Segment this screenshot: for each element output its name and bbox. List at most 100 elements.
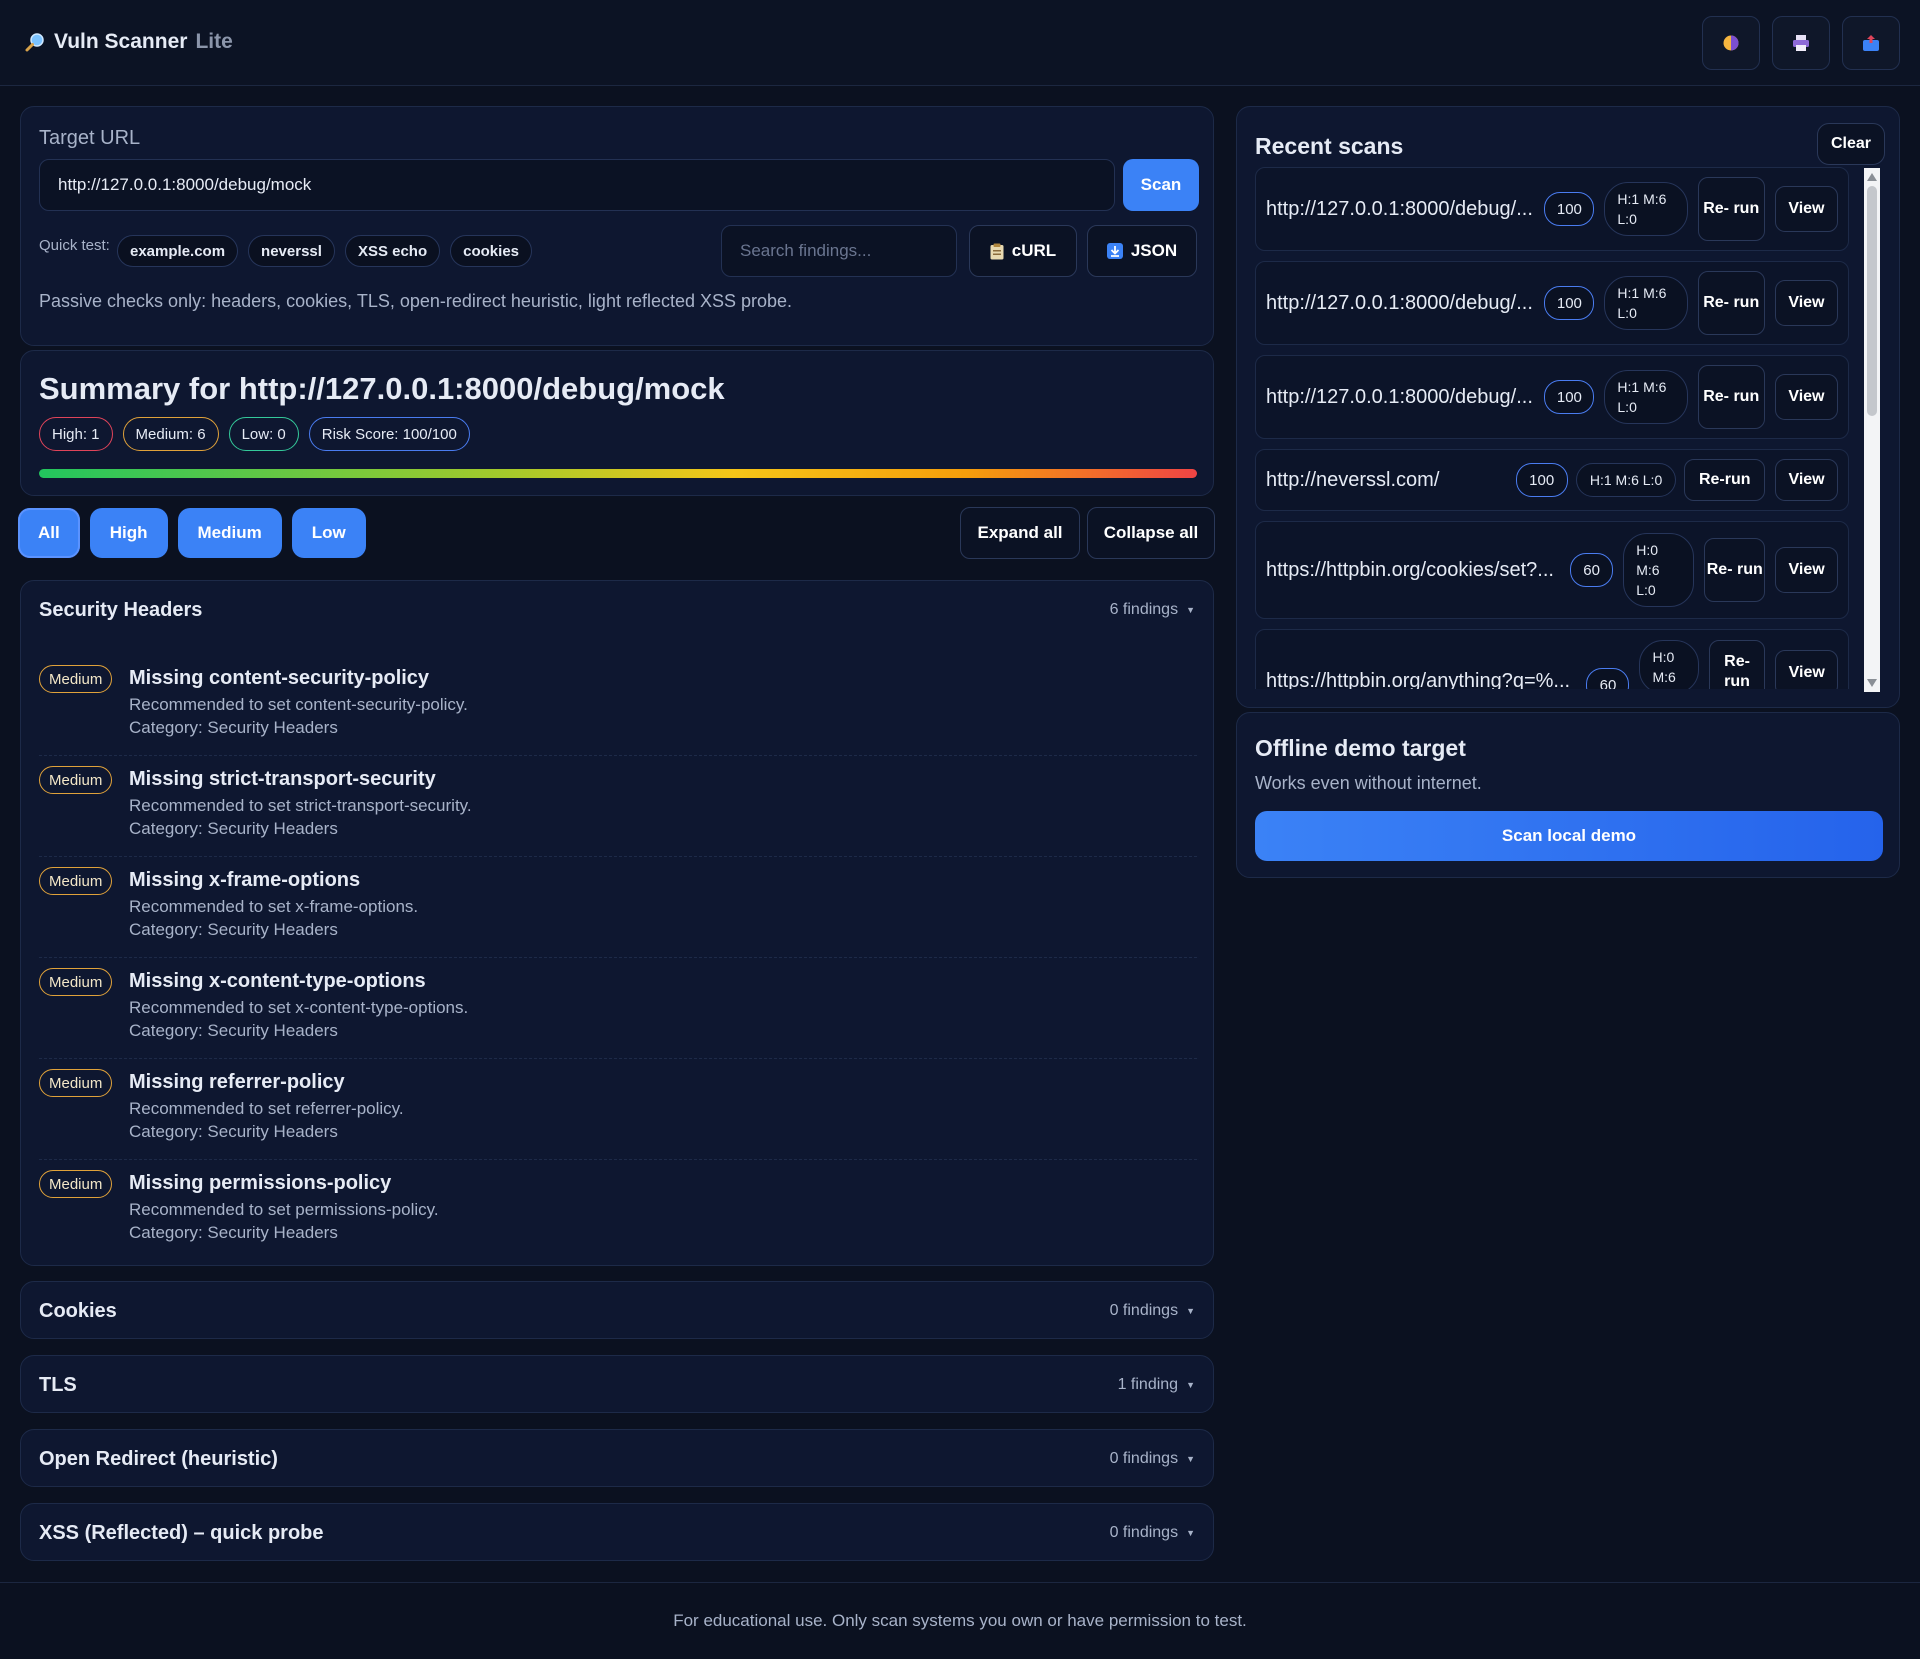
expand-all-button[interactable]: Expand all	[960, 507, 1080, 559]
view-button[interactable]: View	[1774, 374, 1838, 420]
rerun-button[interactable]: Re-run	[1684, 459, 1766, 501]
target-url-label: Target URL	[39, 127, 141, 149]
severity-badge: Medium	[39, 665, 113, 693]
download-icon	[1106, 243, 1123, 259]
findings-count: 0 findings	[1109, 1302, 1179, 1319]
scan-score: 100	[1544, 192, 1595, 226]
scan-url: http://127.0.0.1:8000/debug/...	[1266, 385, 1533, 408]
footer-disclaimer: For educational use. Only scan systems y…	[673, 1611, 1247, 1630]
quick-test-neverssl[interactable]: neverssl	[248, 235, 335, 267]
view-button[interactable]: View	[1774, 186, 1838, 232]
scan-score: 60	[1570, 553, 1614, 587]
quick-test-xss-echo[interactable]: XSS echo	[344, 235, 441, 267]
quick-test-cookies[interactable]: cookies	[450, 235, 533, 267]
scan-local-demo-button[interactable]: Scan local demo	[1255, 811, 1883, 861]
section-cookies: Cookies 0 findings ▼	[20, 1281, 1214, 1339]
section-title: XSS (Reflected) – quick probe	[39, 1521, 324, 1544]
scan-counts: H:1 M:6 L:0	[1604, 370, 1688, 424]
recent-scans-card: Recent scans Clear http://127.0.0.1:8000…	[1236, 106, 1900, 708]
collapse-all-button[interactable]: Collapse all	[1087, 507, 1215, 559]
filter-medium-button[interactable]: Medium	[177, 508, 282, 558]
filter-low-button[interactable]: Low	[291, 508, 366, 558]
scan-score: 60	[1586, 668, 1630, 689]
section-header[interactable]: Open Redirect (heuristic) 0 findings ▼	[21, 1430, 1213, 1488]
finding-description: Recommended to set strict-transport-secu…	[129, 796, 472, 815]
summary-title: Summary for http://127.0.0.1:8000/debug/…	[39, 371, 725, 406]
export-button[interactable]	[1842, 16, 1900, 70]
section-header[interactable]: TLS 1 finding ▼	[21, 1356, 1213, 1414]
scan-counts: H:0 M:6 L:0	[1623, 533, 1695, 607]
app-brand: Vuln Scanner Lite	[24, 30, 233, 54]
rerun-button[interactable]: Re- run	[1697, 271, 1765, 335]
scan-counts: H:1 M:6 L:0	[1575, 463, 1677, 497]
caret-down-icon: ▼	[1186, 1528, 1195, 1538]
finding-description: Recommended to set content-security-poli…	[129, 695, 468, 714]
quick-test-example[interactable]: example.com	[117, 235, 239, 267]
view-button[interactable]: View	[1775, 547, 1838, 593]
filter-high-button[interactable]: High	[89, 508, 168, 558]
offline-demo-subtitle: Works even without internet.	[1255, 773, 1482, 793]
clipboard-icon	[990, 243, 1004, 259]
rerun-button[interactable]: Re- run	[1708, 640, 1766, 689]
scroll-up-arrow-icon[interactable]	[1867, 173, 1877, 181]
section-header[interactable]: XSS (Reflected) – quick probe 0 findings…	[21, 1504, 1213, 1562]
section-header[interactable]: Security Headers 6 findings ▼	[21, 581, 1213, 639]
finding-title: Missing permissions-policy	[129, 1172, 392, 1194]
magnifier-icon	[25, 33, 44, 52]
risk-score-badge: Risk Score: 100/100	[308, 417, 470, 451]
recent-scans-scrollbar[interactable]	[1864, 168, 1880, 692]
top-bar: Vuln Scanner Lite	[0, 0, 1920, 86]
target-url-input[interactable]	[39, 159, 1115, 211]
finding-description: Recommended to set x-content-type-option…	[129, 998, 469, 1017]
severity-badge: Medium	[39, 1170, 113, 1198]
scrollbar-thumb[interactable]	[1867, 186, 1877, 416]
findings-count: 1 finding	[1117, 1376, 1179, 1393]
severity-badge: Medium	[39, 1069, 113, 1097]
section-title: Security Headers	[39, 598, 203, 621]
summary-card: Summary for http://127.0.0.1:8000/debug/…	[20, 350, 1214, 496]
app-name: Vuln Scanner	[54, 30, 188, 53]
finding-category: Category: Security Headers	[129, 1021, 338, 1040]
print-button[interactable]	[1772, 16, 1830, 70]
rerun-button[interactable]: Re- run	[1704, 538, 1766, 602]
passive-checks-note: Passive checks only: headers, cookies, T…	[39, 291, 793, 311]
finding-title: Missing content-security-policy	[129, 667, 430, 689]
finding-item: Medium Missing strict-transport-security…	[39, 756, 1197, 857]
section-title: Cookies	[39, 1299, 117, 1322]
scroll-down-arrow-icon[interactable]	[1867, 679, 1877, 687]
json-label: JSON	[1130, 241, 1178, 260]
search-findings-input[interactable]	[721, 225, 957, 277]
severity-badge: Medium	[39, 867, 113, 895]
section-open-redirect: Open Redirect (heuristic) 0 findings ▼	[20, 1429, 1214, 1487]
recent-scan-item: http://127.0.0.1:8000/debug/... 100 H:1 …	[1255, 167, 1849, 251]
scan-button[interactable]: Scan	[1123, 159, 1199, 211]
section-count: 1 finding ▼	[1118, 1376, 1195, 1394]
rerun-button[interactable]: Re- run	[1697, 365, 1765, 429]
section-count: 0 findings ▼	[1110, 1450, 1195, 1468]
recent-scans-list[interactable]: http://127.0.0.1:8000/debug/... 100 H:1 …	[1255, 167, 1863, 689]
medium-count-badge: Medium: 6	[122, 417, 219, 451]
view-button[interactable]: View	[1774, 280, 1838, 326]
low-count-badge: Low: 0	[228, 417, 299, 451]
download-json-button[interactable]: JSON	[1087, 225, 1197, 277]
view-button[interactable]: View	[1775, 650, 1838, 689]
copy-curl-button[interactable]: cURL	[969, 225, 1077, 277]
scan-url: https://httpbin.org/cookies/set?...	[1266, 558, 1554, 581]
section-count: 0 findings ▼	[1110, 1524, 1195, 1542]
finding-category: Category: Security Headers	[129, 718, 338, 737]
clear-history-button[interactable]: Clear	[1817, 123, 1885, 165]
finding-category: Category: Security Headers	[129, 1223, 338, 1242]
high-count-badge: High: 1	[39, 417, 113, 451]
scan-url: http://neverssl.com/	[1266, 468, 1440, 491]
finding-description: Recommended to set permissions-policy.	[129, 1200, 439, 1219]
rerun-button[interactable]: Re- run	[1697, 177, 1765, 241]
view-button[interactable]: View	[1775, 459, 1838, 501]
filter-all-button[interactable]: All	[18, 508, 80, 558]
recent-scan-item: https://httpbin.org/cookies/set?... 60 H…	[1255, 521, 1849, 619]
scan-counts: H:1 M:6 L:0	[1604, 182, 1688, 236]
theme-toggle-button[interactable]	[1702, 16, 1760, 70]
finding-title: Missing referrer-policy	[129, 1071, 345, 1093]
caret-down-icon: ▼	[1186, 1454, 1195, 1464]
section-header[interactable]: Cookies 0 findings ▼	[21, 1282, 1213, 1340]
finding-category: Category: Security Headers	[129, 920, 338, 939]
